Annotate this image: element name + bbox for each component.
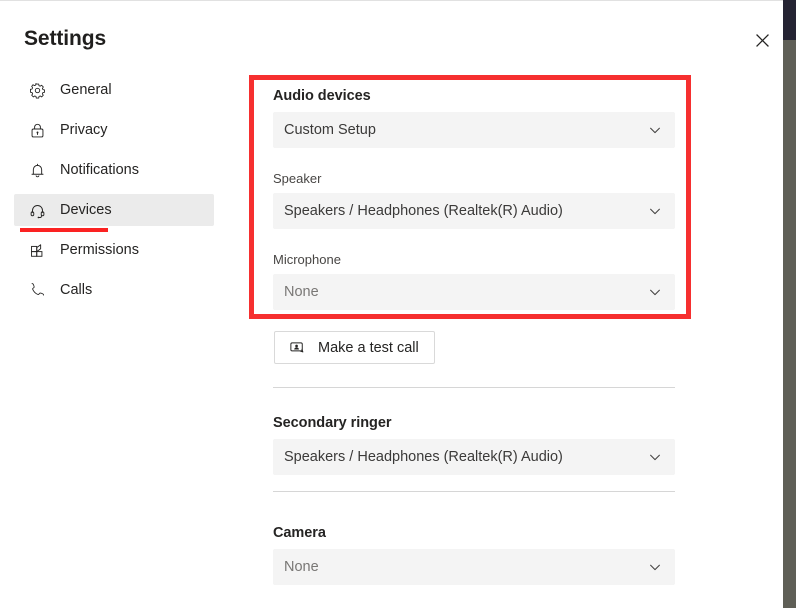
chevron-down-icon [647,559,663,575]
phone-icon [28,281,46,299]
permissions-icon [28,241,46,259]
sidebar-item-label: Permissions [60,242,139,258]
chevron-down-icon [647,284,663,300]
window-edge-strip-top [783,0,796,40]
sidebar-item-notifications[interactable]: Notifications [14,154,214,186]
make-test-call-label: Make a test call [318,340,419,356]
chevron-down-icon [647,449,663,465]
make-test-call-button[interactable]: Make a test call [274,331,435,364]
top-hairline [0,0,783,1]
speaker-label: Speaker [273,171,321,186]
secondary-ringer-dropdown[interactable]: Speakers / Headphones (Realtek(R) Audio) [273,439,675,475]
sidebar-item-general[interactable]: General [14,74,214,106]
sidebar-item-label: Calls [60,282,92,298]
microphone-label: Microphone [273,252,341,267]
camera-value: None [284,559,639,575]
microphone-value: None [284,284,639,300]
lock-icon [28,121,46,139]
audio-devices-heading: Audio devices [273,88,371,104]
sidebar-item-label: Notifications [60,162,139,178]
speaker-dropdown[interactable]: Speakers / Headphones (Realtek(R) Audio) [273,193,675,229]
camera-heading: Camera [273,525,326,541]
bell-icon [28,161,46,179]
close-button[interactable] [746,24,778,56]
close-icon [756,34,769,47]
sidebar-item-privacy[interactable]: Privacy [14,114,214,146]
sidebar-item-devices[interactable]: Devices [14,194,214,226]
section-divider [273,491,675,492]
window-edge-strip [783,0,796,608]
headset-icon [28,201,46,219]
page-title: Settings [24,27,106,51]
audio-setup-value: Custom Setup [284,122,639,138]
chevron-down-icon [647,203,663,219]
settings-dialog: Settings General [0,0,796,608]
audio-setup-dropdown[interactable]: Custom Setup [273,112,675,148]
gear-icon [28,81,46,99]
secondary-ringer-value: Speakers / Headphones (Realtek(R) Audio) [284,449,639,465]
devices-highlight-underline [20,228,108,232]
sidebar-item-label: General [60,82,112,98]
speaker-value: Speakers / Headphones (Realtek(R) Audio) [284,203,639,219]
camera-dropdown[interactable]: None [273,549,675,585]
sidebar-item-label: Privacy [60,122,108,138]
microphone-dropdown[interactable]: None [273,274,675,310]
sidebar-item-label: Devices [60,202,112,218]
chevron-down-icon [647,122,663,138]
section-divider [273,387,675,388]
settings-sidebar: General Privacy [0,74,240,306]
test-call-icon [288,339,306,357]
sidebar-item-calls[interactable]: Calls [14,274,214,306]
sidebar-item-permissions[interactable]: Permissions [14,234,214,266]
secondary-ringer-heading: Secondary ringer [273,415,391,431]
